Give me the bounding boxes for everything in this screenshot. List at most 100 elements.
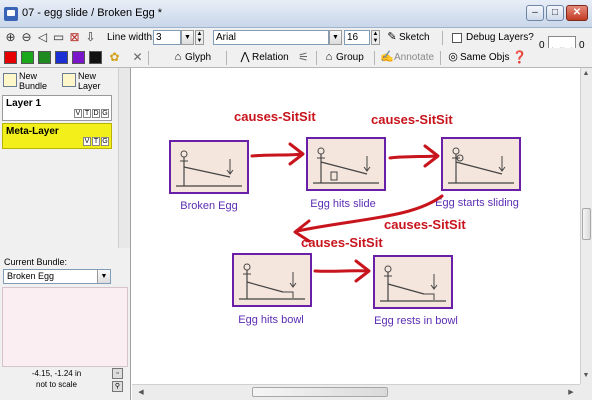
annotate-icon: ✍ bbox=[380, 51, 394, 63]
font-dropdown[interactable]: ▼ bbox=[329, 30, 342, 45]
bundle-preview-area bbox=[2, 287, 128, 367]
vertical-scrollbar[interactable]: ▲ ▼ bbox=[580, 68, 592, 384]
color-swatch-green[interactable] bbox=[21, 51, 34, 64]
meta-layer-item[interactable]: Meta-Layer VTG bbox=[2, 123, 112, 149]
layers-scrollbar[interactable] bbox=[118, 68, 130, 248]
current-bundle-select[interactable]: Broken Egg ▼ bbox=[3, 269, 111, 284]
scroll-corner bbox=[580, 384, 592, 400]
line-width-dropdown[interactable]: ▼ bbox=[181, 30, 194, 45]
sketch-button[interactable]: ✎ Sketch bbox=[385, 29, 429, 46]
toolbar-separator bbox=[440, 51, 441, 65]
color-swatch-red[interactable] bbox=[4, 51, 17, 64]
color-swatch-dark-green[interactable] bbox=[38, 51, 51, 64]
scroll-left-icon[interactable]: ◀ bbox=[136, 388, 146, 396]
magnify-icon[interactable]: ⚲ bbox=[112, 381, 123, 392]
relation-arrow[interactable] bbox=[313, 259, 371, 283]
window-title: 07 - egg slide / Broken Egg * bbox=[22, 7, 163, 19]
layer-visible-toggle[interactable]: V bbox=[83, 137, 91, 146]
frame-label: Egg starts sliding bbox=[435, 197, 519, 209]
frame-broken-egg[interactable]: Broken Egg bbox=[169, 140, 249, 212]
relation-arrow[interactable] bbox=[388, 144, 440, 168]
link-tool-icon[interactable]: ⚟ bbox=[296, 50, 311, 65]
toolbar-bottom: ✿ ✕ ⌂ Glyph ⋀ Relation ⚟ ⌂ Group ✍Annotate … bbox=[0, 48, 592, 68]
relation-label[interactable]: causes-SitSit bbox=[301, 235, 383, 250]
relation-icon: ⋀ bbox=[240, 51, 250, 63]
relation-label[interactable]: causes-SitSit bbox=[384, 217, 466, 232]
relation-label[interactable]: causes-SitSit bbox=[371, 112, 453, 127]
group-button[interactable]: ⌂ Group bbox=[322, 49, 364, 66]
same-objs-icon: ◎ bbox=[448, 51, 458, 63]
help-icon[interactable]: ❓ bbox=[512, 50, 527, 65]
sketch-icon: ✎ bbox=[387, 31, 397, 43]
layer-group-toggle[interactable]: G bbox=[101, 109, 109, 118]
group-icon: ⌂ bbox=[325, 51, 333, 63]
toolbar-separator bbox=[442, 31, 443, 45]
layer-group-toggle[interactable]: G bbox=[101, 137, 109, 146]
minimize-button[interactable]: – bbox=[526, 5, 544, 21]
cursor-coordinates: -4.15, -1.24 in not to scale bbox=[31, 369, 82, 389]
new-layer-icon bbox=[62, 73, 76, 87]
layer-visible-toggle[interactable]: V bbox=[74, 109, 82, 118]
toolbar-separator bbox=[374, 51, 375, 65]
scroll-up-icon[interactable]: ▲ bbox=[581, 70, 591, 77]
pen-tool-icon[interactable]: ⇩ bbox=[83, 30, 98, 45]
delete-selection-icon[interactable]: ⊠ bbox=[67, 30, 82, 45]
close-button[interactable]: ✕ bbox=[566, 5, 588, 21]
annotate-button[interactable]: ✍Annotate bbox=[380, 49, 434, 66]
color-swatch-blue[interactable] bbox=[55, 51, 68, 64]
toolbar-separator bbox=[316, 51, 317, 65]
scroll-right-icon[interactable]: ▶ bbox=[566, 388, 576, 396]
frame-egg-hits-slide[interactable]: Egg hits slide bbox=[306, 137, 386, 210]
frame-label: Egg hits slide bbox=[310, 198, 375, 210]
relation-label[interactable]: causes-SitSit bbox=[234, 109, 316, 124]
vertical-scroll-thumb[interactable] bbox=[582, 208, 591, 240]
toolbar-top: ⊕ ⊖ ◁ ▭ ⊠ ⇩ Line width: 3 ▼ ▲ ▼ Arial ▼ 1… bbox=[0, 28, 592, 48]
diagram-svg: Broken Egg Egg hits slide Egg starts sli… bbox=[169, 109, 521, 327]
glyph-icon: ⌂ bbox=[174, 51, 182, 63]
layer-text-toggle[interactable]: T bbox=[83, 109, 91, 118]
frame-label: Egg rests in bowl bbox=[374, 315, 458, 327]
layer-draw-toggle[interactable]: D bbox=[92, 109, 100, 118]
debug-layers-checkbox[interactable] bbox=[452, 33, 462, 43]
drawing-canvas[interactable]: Broken Egg Egg hits slide Egg starts sli… bbox=[132, 68, 580, 384]
zoom-in-icon[interactable]: ⊕ bbox=[3, 30, 18, 45]
line-width-label: Line width: bbox=[107, 32, 155, 43]
title-bar: 07 - egg slide / Broken Egg * – □ ✕ bbox=[0, 0, 592, 28]
app-icon bbox=[4, 7, 18, 21]
frame-egg-rests-in-bowl[interactable]: Egg rests in bowl bbox=[373, 255, 458, 327]
maximize-button[interactable]: □ bbox=[546, 5, 564, 21]
layer-text-toggle[interactable]: T bbox=[92, 137, 100, 146]
frame-egg-starts-sliding[interactable]: Egg starts sliding bbox=[435, 137, 521, 209]
relation-button[interactable]: ⋀ Relation bbox=[238, 49, 288, 66]
font-select[interactable]: Arial bbox=[213, 30, 329, 45]
line-width-spinner[interactable]: ▲ ▼ bbox=[195, 30, 204, 45]
color-picker-icon[interactable]: ✿ bbox=[107, 50, 122, 65]
fit-icon[interactable]: ▫ bbox=[112, 368, 123, 379]
font-size-spinner[interactable]: ▲ ▼ bbox=[371, 30, 380, 45]
clear-icon[interactable]: ✕ bbox=[130, 50, 145, 65]
pointer-icon[interactable]: ◁ bbox=[35, 30, 50, 45]
horizontal-scroll-thumb[interactable] bbox=[252, 387, 388, 397]
zoom-out-icon[interactable]: ⊖ bbox=[19, 30, 34, 45]
select-rect-icon[interactable]: ▭ bbox=[51, 30, 66, 45]
color-swatch-purple[interactable] bbox=[72, 51, 85, 64]
line-width-field[interactable]: 3 bbox=[153, 30, 181, 45]
new-bundle-icon bbox=[3, 73, 17, 87]
glyph-button[interactable]: ⌂ Glyph bbox=[171, 49, 211, 66]
scroll-down-icon[interactable]: ▼ bbox=[581, 372, 591, 379]
frame-egg-hits-bowl[interactable]: Egg hits bowl bbox=[232, 253, 312, 326]
layer-item[interactable]: Layer 1 VTDG bbox=[2, 95, 112, 121]
relation-arrow[interactable] bbox=[250, 142, 305, 166]
debug-layers-label: Debug Layers? bbox=[466, 32, 534, 43]
toolbar-separator bbox=[148, 51, 149, 65]
color-swatch-black[interactable] bbox=[89, 51, 102, 64]
toolbar-separator bbox=[226, 51, 227, 65]
layers-panel: New Bundle New Layer Layer 1 VTDG Meta-Lay… bbox=[0, 68, 131, 400]
chevron-down-icon[interactable]: ▼ bbox=[97, 270, 110, 283]
current-bundle-label: Current Bundle: bbox=[4, 257, 68, 267]
same-objs-button[interactable]: ◎ Same Objs bbox=[446, 49, 509, 66]
font-size-field[interactable]: 16 bbox=[344, 30, 370, 45]
frame-label: Broken Egg bbox=[180, 200, 237, 212]
horizontal-scrollbar[interactable]: ◀ ▶ bbox=[132, 384, 580, 400]
frame-label: Egg hits bowl bbox=[238, 314, 303, 326]
